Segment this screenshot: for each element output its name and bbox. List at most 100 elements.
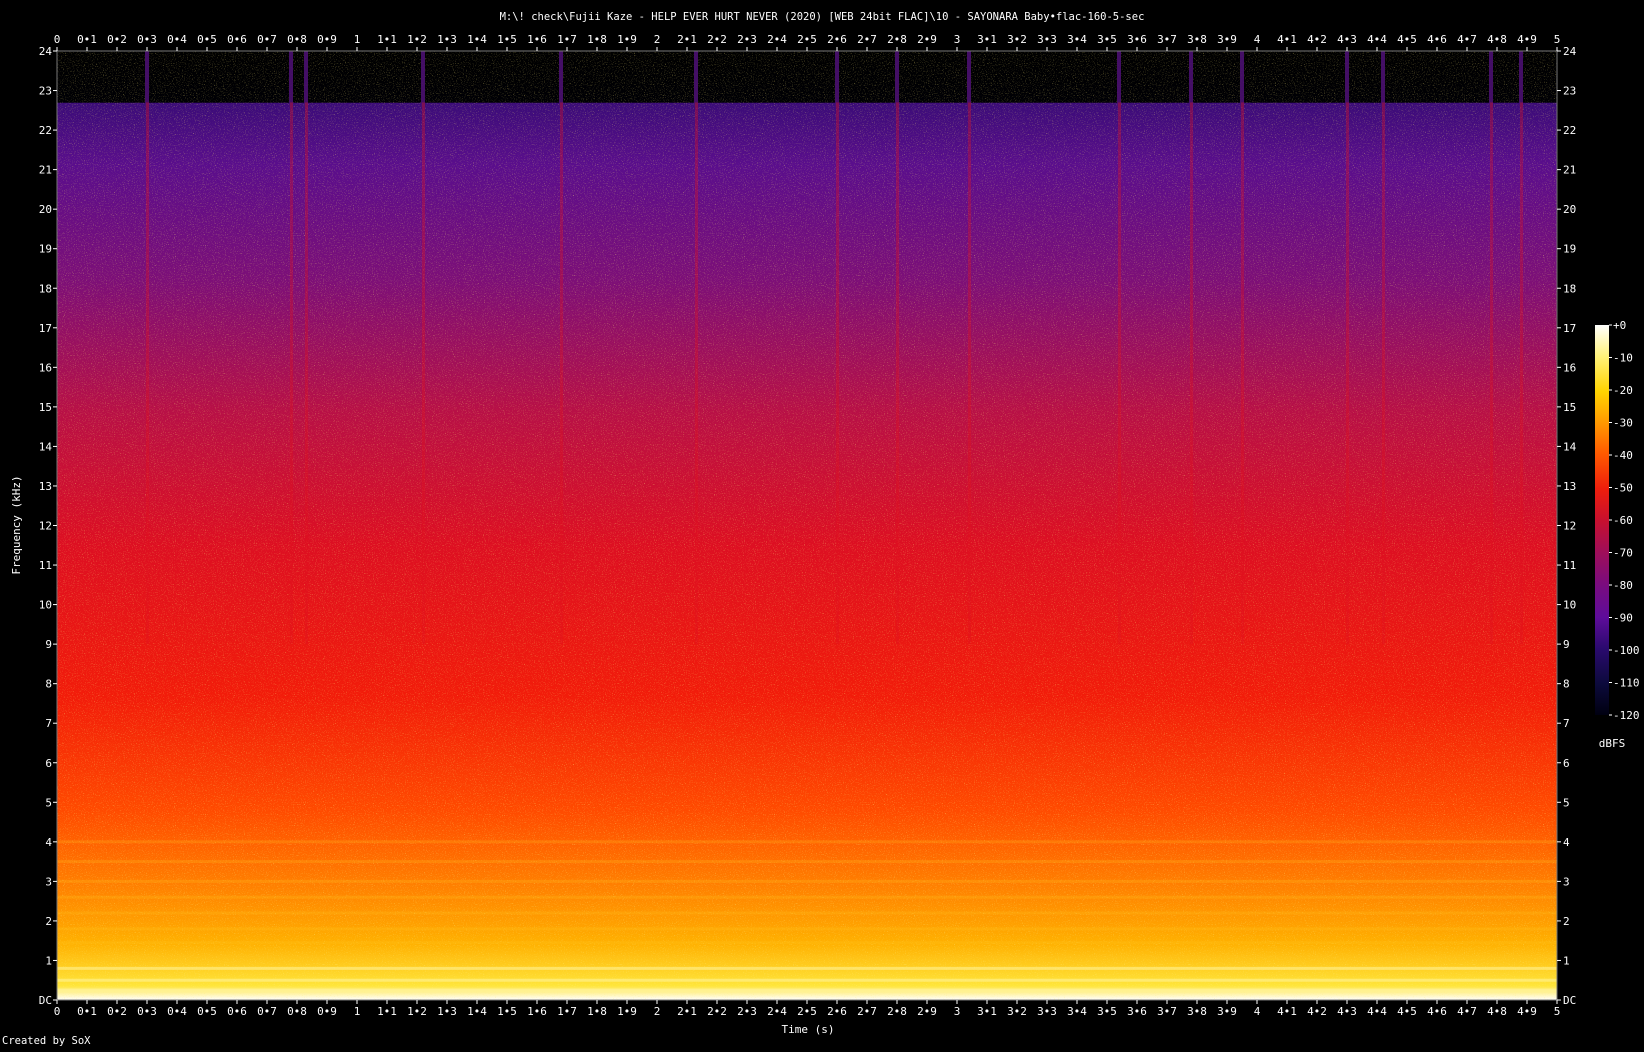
y-tick-label: 14	[39, 440, 53, 453]
colorbar-tick-label: -70	[1613, 547, 1633, 560]
x-tick-label: 1•3	[437, 33, 457, 46]
y-tick-label: 7	[45, 717, 52, 730]
y-tick-label: DC	[39, 994, 52, 1007]
y-tick-label: 4	[45, 836, 52, 849]
gap-column-body	[290, 102, 293, 645]
y-tick-label: 15	[1563, 401, 1576, 414]
gap-column-body	[1490, 102, 1493, 645]
x-tick-label: 3	[954, 33, 961, 46]
y-tick-label: 16	[39, 361, 52, 374]
x-tick-label: 3•2	[1007, 1005, 1027, 1018]
x-ticks-top: 0 0•1 0•2 0•3 0•4 0•5 0•6 0•7 0•8 0•9 1 1•1 1•2 1•3 1•…	[54, 33, 1561, 51]
x-tick-label: 0•1	[77, 1005, 97, 1018]
x-tick-label: 3•7	[1157, 1005, 1177, 1018]
x-tick-label: 2	[654, 33, 661, 46]
x-tick-label: 1•6	[527, 1005, 547, 1018]
harmonic-band	[57, 911, 1557, 915]
x-tick-label: 2•5	[797, 1005, 817, 1018]
x-tick-label: 0	[54, 1005, 61, 1018]
colorbar-label: dBFS	[1599, 737, 1626, 750]
y-tick-label: 8	[1563, 678, 1570, 691]
x-tick-label: 0•5	[197, 1005, 217, 1018]
x-tick-label: 3	[954, 1005, 961, 1018]
colorbar-tick-label: -20	[1613, 384, 1633, 397]
gap-column-body	[560, 102, 563, 645]
colorbar-tick-label: -80	[1613, 579, 1633, 592]
x-tick-label: 4•9	[1517, 33, 1537, 46]
y-tick-label: 21	[1563, 164, 1576, 177]
x-axis-label: Time (s)	[782, 1023, 835, 1036]
x-tick-label: 4•8	[1487, 33, 1507, 46]
x-tick-label: 1•7	[557, 33, 577, 46]
x-tick-label: 4•2	[1307, 1005, 1327, 1018]
gap-column	[967, 51, 971, 108]
x-tick-label: 0•4	[167, 33, 187, 46]
x-tick-label: 3•7	[1157, 33, 1177, 46]
x-tick-label: 3•9	[1217, 1005, 1237, 1018]
harmonic-band	[57, 860, 1557, 864]
x-tick-label: 4•5	[1397, 1005, 1417, 1018]
y-ticks-left: DC12345678910111213141516171819202122232…	[39, 45, 57, 1007]
x-tick-label: 2•6	[827, 33, 847, 46]
x-tick-label: 3•4	[1067, 1005, 1087, 1018]
x-tick-label: 2•5	[797, 33, 817, 46]
colorbar-gradient	[1595, 325, 1609, 715]
y-tick-label: 22	[1563, 124, 1576, 137]
colorbar-tick-label: -120	[1613, 709, 1640, 722]
y-tick-label: 13	[39, 480, 52, 493]
x-tick-label: 3•3	[1037, 1005, 1057, 1018]
x-tick-label: 4•7	[1457, 1005, 1477, 1018]
x-tick-label: 0•7	[257, 1005, 277, 1018]
harmonic-band	[57, 941, 1557, 945]
x-tick-label: 2•2	[707, 33, 727, 46]
y-tick-label: 1	[1563, 954, 1570, 967]
y-tick-label: 10	[39, 599, 52, 612]
x-tick-label: 2	[654, 1005, 661, 1018]
x-tick-label: 3•6	[1127, 33, 1147, 46]
x-tick-label: 0•2	[107, 1005, 127, 1018]
y-tick-label: 4	[1563, 836, 1570, 849]
x-tick-label: 1•9	[617, 1005, 637, 1018]
y-tick-label: 2	[1563, 915, 1570, 928]
gap-column	[1345, 51, 1349, 108]
colorbar-ticks: +0 -10 -20 -30 -40 -50 -60 -70 -80 -90 -100 -110 -12…	[1609, 319, 1640, 722]
gap-column-body	[422, 102, 425, 645]
x-tick-label: 2•1	[677, 1005, 697, 1018]
gap-column	[1381, 51, 1385, 108]
plot-area	[56, 50, 1558, 1001]
harmonic-band	[57, 895, 1557, 899]
y-tick-label: DC	[1563, 994, 1576, 1007]
x-tick-label: 1•2	[407, 33, 427, 46]
x-tick-label: 0•1	[77, 33, 97, 46]
harmonic-band	[57, 879, 1557, 883]
x-ticks-bottom: 0 0•1 0•2 0•3 0•4 0•5 0•6 0•7 0•8 0•9 1 1•1 1•2 1•3 1•…	[54, 1000, 1561, 1018]
x-tick-label: 5	[1554, 33, 1561, 46]
x-tick-label: 3•8	[1187, 1005, 1207, 1018]
harmonic-band	[57, 966, 1557, 970]
x-tick-label: 1•3	[437, 1005, 457, 1018]
x-tick-label: 2•3	[737, 1005, 757, 1018]
x-tick-label: 3•4	[1067, 33, 1087, 46]
y-tick-label: 21	[39, 164, 52, 177]
gap-column	[559, 51, 563, 108]
x-tick-label: 4•3	[1337, 33, 1357, 46]
gap-column	[694, 51, 698, 108]
x-tick-label: 2•7	[857, 1005, 877, 1018]
gap-column-body	[1118, 102, 1121, 645]
x-tick-label: 5	[1554, 1005, 1561, 1018]
x-tick-label: 2•9	[917, 1005, 937, 1018]
x-tick-label: 0•9	[317, 1005, 337, 1018]
x-tick-label: 4•6	[1427, 33, 1447, 46]
y-axis-label: Frequency (kHz)	[10, 475, 23, 574]
y-ticks-right: DC12345678910111213141516171819202122232…	[1557, 45, 1577, 1007]
x-tick-label: 4•7	[1457, 33, 1477, 46]
harmonic-band	[57, 978, 1557, 982]
y-tick-label: 2	[45, 915, 52, 928]
y-tick-label: 5	[1563, 796, 1570, 809]
x-tick-label: 3•9	[1217, 33, 1237, 46]
gap-column	[304, 51, 308, 108]
colorbar: +0 -10 -20 -30 -40 -50 -60 -70 -80 -90 -100 -110 -12…	[1595, 319, 1640, 750]
y-tick-label: 11	[1563, 559, 1576, 572]
y-tick-label: 9	[45, 638, 52, 651]
y-tick-label: 12	[1563, 520, 1576, 533]
